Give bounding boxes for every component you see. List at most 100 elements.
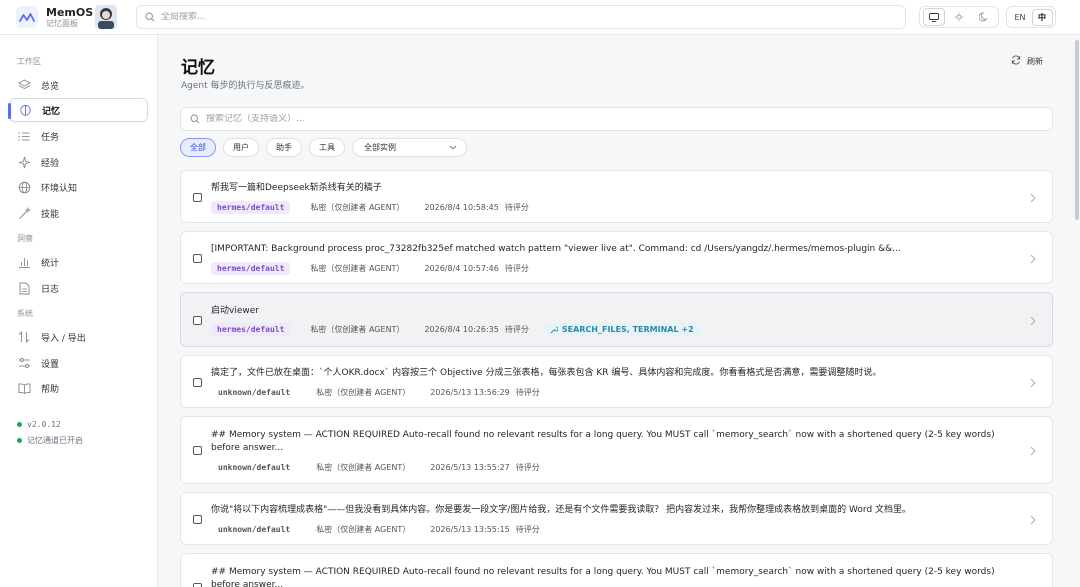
magic-wand-icon bbox=[17, 206, 31, 220]
sidebar-item-logs[interactable]: 日志 bbox=[9, 276, 148, 300]
sidebar-item-stats[interactable]: 统计 bbox=[9, 250, 148, 274]
dark-theme-button[interactable] bbox=[973, 8, 995, 26]
memory-meta: hermes/default 私密（仅创建者 AGENT） 2026/8/4 1… bbox=[211, 201, 529, 214]
timestamp: 2026/5/13 13:55:27 bbox=[430, 463, 510, 472]
channel-status-label: 记忆通道已开启 bbox=[27, 436, 83, 445]
instance-select[interactable]: 全部实例 bbox=[352, 137, 467, 157]
memory-card[interactable]: ## Memory system — ACTION REQUIRED Auto-… bbox=[180, 416, 1053, 484]
memory-card[interactable]: [IMPORTANT: Background process proc_7328… bbox=[180, 231, 1053, 284]
agent-tag: unknown/default bbox=[218, 525, 291, 534]
timestamp: 2026/8/4 10:26:35 bbox=[424, 325, 499, 334]
visibility-label: 私密（仅创建者 AGENT） bbox=[316, 463, 411, 472]
sidebar-item-settings[interactable]: 设置 bbox=[9, 351, 148, 375]
visibility-label: 私密（仅创建者 AGENT） bbox=[310, 325, 405, 334]
page-scrollbar[interactable] bbox=[1075, 40, 1079, 220]
score-status: 待评分 bbox=[515, 525, 540, 534]
section-label-system: 系统 bbox=[17, 309, 33, 318]
sidebar-item-label: 任务 bbox=[41, 132, 60, 143]
memory-checkbox[interactable] bbox=[193, 316, 202, 325]
sidebar-item-help[interactable]: 帮助 bbox=[9, 376, 148, 400]
instance-select-value: 全部实例 bbox=[364, 142, 396, 152]
filter-bar: 全部 用户 助手 工具 全部实例 bbox=[180, 137, 467, 157]
memory-checkbox[interactable] bbox=[193, 446, 202, 455]
memory-title: [IMPORTANT: Background process proc_7328… bbox=[211, 244, 901, 254]
search-icon bbox=[145, 12, 155, 22]
memory-card[interactable]: 帮我写一篇和Deepseek斩杀线有关的稿子 hermes/default 私密… bbox=[180, 170, 1053, 223]
brand-subtitle: 记忆面板 bbox=[46, 18, 78, 28]
sidebar-item-memory[interactable]: 记忆 bbox=[8, 98, 148, 122]
chevron-right-icon bbox=[1030, 254, 1036, 264]
sidebar-item-label: 导入 / 导出 bbox=[41, 333, 86, 344]
list-icon bbox=[17, 129, 31, 143]
bar-chart-icon bbox=[17, 255, 31, 269]
filter-user-chip[interactable]: 用户 bbox=[223, 137, 259, 157]
sidebar-item-label: 日志 bbox=[41, 284, 60, 295]
monitor-icon bbox=[929, 12, 940, 22]
chevron-right-icon bbox=[1030, 515, 1036, 525]
memory-checkbox[interactable] bbox=[193, 254, 202, 263]
refresh-label: 刷新 bbox=[1027, 56, 1043, 66]
filter-assistant-chip[interactable]: 助手 bbox=[266, 137, 302, 157]
sidebar-item-tasks[interactable]: 任务 bbox=[9, 124, 148, 148]
memory-checkbox[interactable] bbox=[193, 583, 202, 587]
sidebar-item-label: 经验 bbox=[41, 158, 60, 169]
memory-search[interactable] bbox=[180, 107, 1053, 131]
memory-card[interactable]: 启动viewer hermes/default 私密（仅创建者 AGENT） 2… bbox=[180, 292, 1053, 347]
score-status: 待评分 bbox=[504, 203, 529, 212]
memory-checkbox[interactable] bbox=[193, 515, 202, 524]
filter-tool-chip[interactable]: 工具 bbox=[309, 137, 345, 157]
memory-search-input[interactable] bbox=[206, 114, 1006, 124]
timestamp: 2026/5/13 13:56:29 bbox=[430, 388, 510, 397]
lang-zh-button[interactable]: 中 bbox=[1031, 8, 1053, 26]
sidebar-item-skills[interactable]: 技能 bbox=[9, 201, 148, 225]
timestamp: 2026/5/13 13:55:15 bbox=[430, 525, 510, 534]
sidebar-item-label: 统计 bbox=[41, 258, 60, 269]
sidebar-item-overview[interactable]: 总览 bbox=[9, 73, 148, 97]
global-search-input[interactable] bbox=[161, 12, 861, 22]
lang-en-button[interactable]: EN bbox=[1010, 9, 1031, 26]
memory-title: 搞定了，文件已放在桌面：`个人OKR.docx` 内容按三个 Objective… bbox=[211, 368, 882, 378]
refresh-button[interactable]: 刷新 bbox=[1011, 55, 1043, 67]
system-theme-button[interactable] bbox=[923, 8, 946, 26]
sidebar-item-environment[interactable]: 环境认知 bbox=[9, 175, 148, 199]
memory-card[interactable]: ## Memory system — ACTION REQUIRED Auto-… bbox=[180, 553, 1053, 587]
memory-meta: unknown/default 私密（仅创建者 AGENT） 2026/5/13… bbox=[211, 523, 540, 536]
swap-vertical-icon bbox=[17, 330, 31, 344]
score-status: 待评分 bbox=[504, 264, 529, 273]
brand[interactable]: MemOS 记忆面板 bbox=[16, 6, 93, 28]
sidebar-item-label: 设置 bbox=[41, 359, 60, 370]
brand-name: MemOS bbox=[46, 5, 94, 19]
chevron-right-icon bbox=[1030, 378, 1036, 388]
global-search[interactable] bbox=[136, 5, 906, 29]
main-content: 记忆 Agent 每步的执行与反思痕迹。 刷新 全部 用户 助手 工具 全部实例… bbox=[158, 35, 1080, 587]
version-status: v2.0.12 bbox=[17, 420, 61, 429]
page-subtitle: Agent 每步的执行与反思痕迹。 bbox=[181, 81, 310, 91]
timestamp: 2026/8/4 10:57:46 bbox=[424, 264, 499, 273]
memory-meta: hermes/default 私密（仅创建者 AGENT） 2026/8/4 1… bbox=[211, 262, 529, 275]
sidebar-item-label: 技能 bbox=[41, 209, 60, 220]
avatar[interactable] bbox=[95, 5, 117, 29]
chevron-right-icon bbox=[1030, 446, 1036, 456]
light-theme-button[interactable] bbox=[948, 8, 970, 26]
memory-card[interactable]: 你说"将以下内容梳理成表格"——但我没看到具体内容。你是要发一段文字/图片给我，… bbox=[180, 492, 1053, 545]
agent-tag: hermes/default bbox=[211, 201, 291, 214]
version-label: v2.0.12 bbox=[27, 420, 61, 429]
agent-tag: unknown/default bbox=[218, 463, 291, 472]
memory-title: 启动viewer bbox=[211, 306, 259, 316]
top-header: MemOS 记忆面板 EN 中 bbox=[0, 0, 1080, 35]
sidebar-item-experience[interactable]: 经验 bbox=[9, 150, 148, 174]
filter-all-chip[interactable]: 全部 bbox=[180, 137, 216, 157]
search-icon bbox=[190, 114, 200, 124]
memory-checkbox[interactable] bbox=[193, 378, 202, 387]
memory-checkbox[interactable] bbox=[193, 193, 202, 202]
sidebar-item-import-export[interactable]: 导入 / 导出 bbox=[9, 325, 148, 349]
sidebar-item-label: 记忆 bbox=[42, 106, 61, 117]
score-status: 待评分 bbox=[504, 325, 529, 334]
memory-card[interactable]: 搞定了，文件已放在桌面：`个人OKR.docx` 内容按三个 Objective… bbox=[180, 355, 1053, 408]
chevron-down-icon bbox=[449, 145, 457, 150]
sun-icon bbox=[954, 12, 964, 22]
sidebar-item-label: 帮助 bbox=[41, 384, 60, 395]
visibility-label: 私密（仅创建者 AGENT） bbox=[316, 388, 411, 397]
status-dot bbox=[17, 438, 22, 443]
page-title: 记忆 bbox=[181, 58, 215, 78]
